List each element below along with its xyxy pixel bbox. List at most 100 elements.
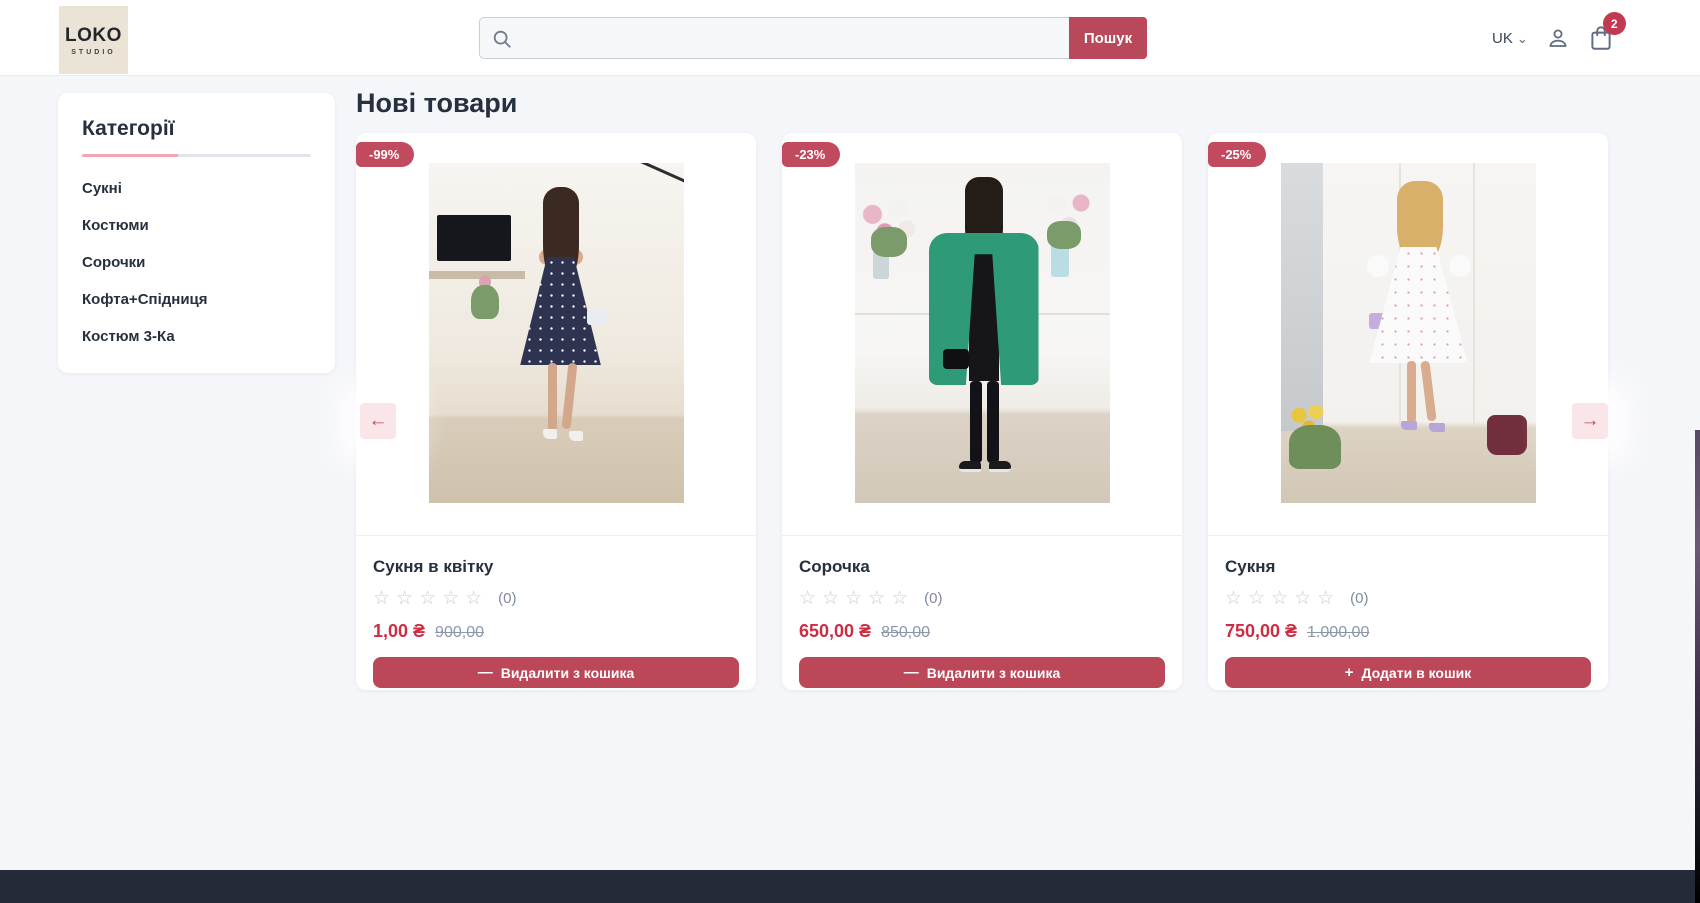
product-card: -23% Сорочка	[782, 133, 1182, 690]
cart-button-label: Видалити з кошика	[927, 665, 1061, 681]
sidebar-item-suits[interactable]: Костюми	[82, 216, 311, 236]
product-card: -99% Сукня в квітку ☆☆☆☆☆	[356, 133, 756, 690]
sidebar-title: Категорії	[82, 117, 311, 141]
arrow-right-icon: →	[1581, 410, 1600, 432]
photo-shape	[871, 227, 907, 257]
category-list: Сукні Костюми Сорочки Кофта+Спідниця Кос…	[82, 179, 311, 347]
product-info: Сукня в квітку ☆☆☆☆☆ (0) 1,00 ₴ 900,00 —…	[356, 536, 756, 701]
product-photo	[1281, 163, 1536, 503]
price-current: 650,00 ₴	[799, 621, 871, 642]
photo-shape	[471, 285, 499, 319]
price-current: 1,00 ₴	[373, 621, 425, 642]
cart-count-badge: 2	[1603, 12, 1626, 35]
product-title[interactable]: Сорочка	[799, 557, 1165, 577]
photo-shape	[1487, 415, 1527, 455]
photo-shape	[437, 215, 511, 261]
search-input-container	[479, 17, 1069, 59]
minus-icon: —	[478, 665, 493, 680]
product-info: Сукня ☆☆☆☆☆ (0) 750,00 ₴ 1.000,00 + Дода…	[1208, 536, 1608, 701]
photo-shape	[959, 461, 981, 472]
brand-logo[interactable]: LOKO STUDIO	[59, 6, 128, 74]
product-rating: ☆☆☆☆☆ (0)	[799, 589, 1165, 608]
header: LOKO STUDIO Пошук UK ⌄	[0, 0, 1700, 76]
account-button[interactable]	[1546, 26, 1570, 50]
discount-badge: -99%	[356, 142, 414, 167]
plus-icon: +	[1345, 665, 1354, 680]
product-rating: ☆☆☆☆☆ (0)	[373, 589, 739, 608]
photo-shape	[989, 461, 1011, 472]
carousel-prev-button[interactable]: ←	[360, 403, 396, 439]
price-current: 750,00 ₴	[1225, 621, 1297, 642]
remove-from-cart-button[interactable]: — Видалити з кошика	[373, 657, 739, 688]
user-icon	[1546, 26, 1570, 50]
rating-count: (0)	[924, 590, 942, 607]
sidebar-item-dresses[interactable]: Сукні	[82, 179, 311, 199]
photo-shape	[1289, 425, 1341, 469]
rating-count: (0)	[1350, 590, 1368, 607]
search-input[interactable]	[480, 18, 1069, 58]
cart-button[interactable]: 2	[1588, 24, 1614, 52]
product-rating: ☆☆☆☆☆ (0)	[1225, 589, 1591, 608]
photo-shape	[1367, 255, 1389, 277]
photo-shape	[1047, 221, 1081, 249]
search-icon	[491, 28, 513, 50]
product-prices: 1,00 ₴ 900,00	[373, 621, 739, 642]
product-info: Сорочка ☆☆☆☆☆ (0) 650,00 ₴ 850,00 — Вида…	[782, 536, 1182, 701]
page-title: Нові товари	[356, 88, 517, 119]
sidebar-divider	[82, 154, 311, 157]
product-title[interactable]: Сукня	[1225, 557, 1591, 577]
photo-shape	[1401, 421, 1417, 430]
price-old: 1.000,00	[1307, 624, 1369, 642]
product-image-link[interactable]	[356, 133, 756, 536]
star-rating-icons: ☆☆☆☆☆	[799, 589, 914, 608]
product-photo	[429, 163, 684, 503]
discount-badge: -23%	[782, 142, 840, 167]
product-carousel: -99% Сукня в квітку ☆☆☆☆☆	[356, 133, 1608, 690]
photo-shape	[943, 349, 969, 369]
photo-shape	[587, 309, 607, 325]
product-prices: 750,00 ₴ 1.000,00	[1225, 621, 1591, 642]
photo-shape	[429, 271, 525, 279]
price-old: 900,00	[435, 624, 484, 642]
product-card: -25% Сукня ☆☆☆☆	[1208, 133, 1608, 690]
arrow-left-icon: ←	[369, 410, 388, 432]
search-button[interactable]: Пошук	[1069, 17, 1147, 59]
footer	[0, 870, 1700, 903]
minus-icon: —	[904, 665, 919, 680]
star-rating-icons: ☆☆☆☆☆	[373, 589, 488, 608]
rating-count: (0)	[498, 590, 516, 607]
language-selector[interactable]: UK ⌄	[1492, 30, 1528, 47]
language-label: UK	[1492, 30, 1513, 47]
photo-shape	[548, 363, 557, 431]
photo-shape	[1281, 163, 1323, 431]
product-image-link[interactable]	[782, 133, 1182, 536]
price-old: 850,00	[881, 624, 930, 642]
star-rating-icons: ☆☆☆☆☆	[1225, 589, 1340, 608]
header-actions: UK ⌄ 2	[1492, 0, 1632, 76]
add-to-cart-button[interactable]: + Додати в кошик	[1225, 657, 1591, 688]
categories-sidebar: Категорії Сукні Костюми Сорочки Кофта+Сп…	[58, 93, 335, 373]
search-bar: Пошук	[479, 17, 1147, 59]
product-title[interactable]: Сукня в квітку	[373, 557, 739, 577]
carousel-next-button[interactable]: →	[1572, 403, 1608, 439]
photo-shape	[1407, 361, 1416, 423]
brand-logo-subtext: STUDIO	[71, 49, 115, 56]
remove-from-cart-button[interactable]: — Видалити з кошика	[799, 657, 1165, 688]
cart-button-label: Додати в кошик	[1362, 665, 1472, 681]
discount-badge: -25%	[1208, 142, 1266, 167]
product-prices: 650,00 ₴ 850,00	[799, 621, 1165, 642]
product-image-link[interactable]	[1208, 133, 1608, 536]
sidebar-item-shirts[interactable]: Сорочки	[82, 253, 311, 273]
photo-shape	[1473, 163, 1475, 425]
brand-logo-text: LOKO	[65, 25, 122, 47]
cart-button-label: Видалити з кошика	[501, 665, 635, 681]
sidebar-item-sweater-skirt[interactable]: Кофта+Спідниця	[82, 290, 311, 310]
product-photo	[855, 163, 1110, 503]
photo-shape	[1449, 255, 1471, 277]
photo-shape	[543, 429, 557, 439]
photo-shape	[987, 381, 999, 463]
screen-edge-artifact	[1695, 430, 1700, 903]
photo-shape	[970, 381, 982, 463]
chevron-down-icon: ⌄	[1517, 32, 1528, 45]
sidebar-item-suit-3pc[interactable]: Костюм 3-Ка	[82, 327, 311, 347]
